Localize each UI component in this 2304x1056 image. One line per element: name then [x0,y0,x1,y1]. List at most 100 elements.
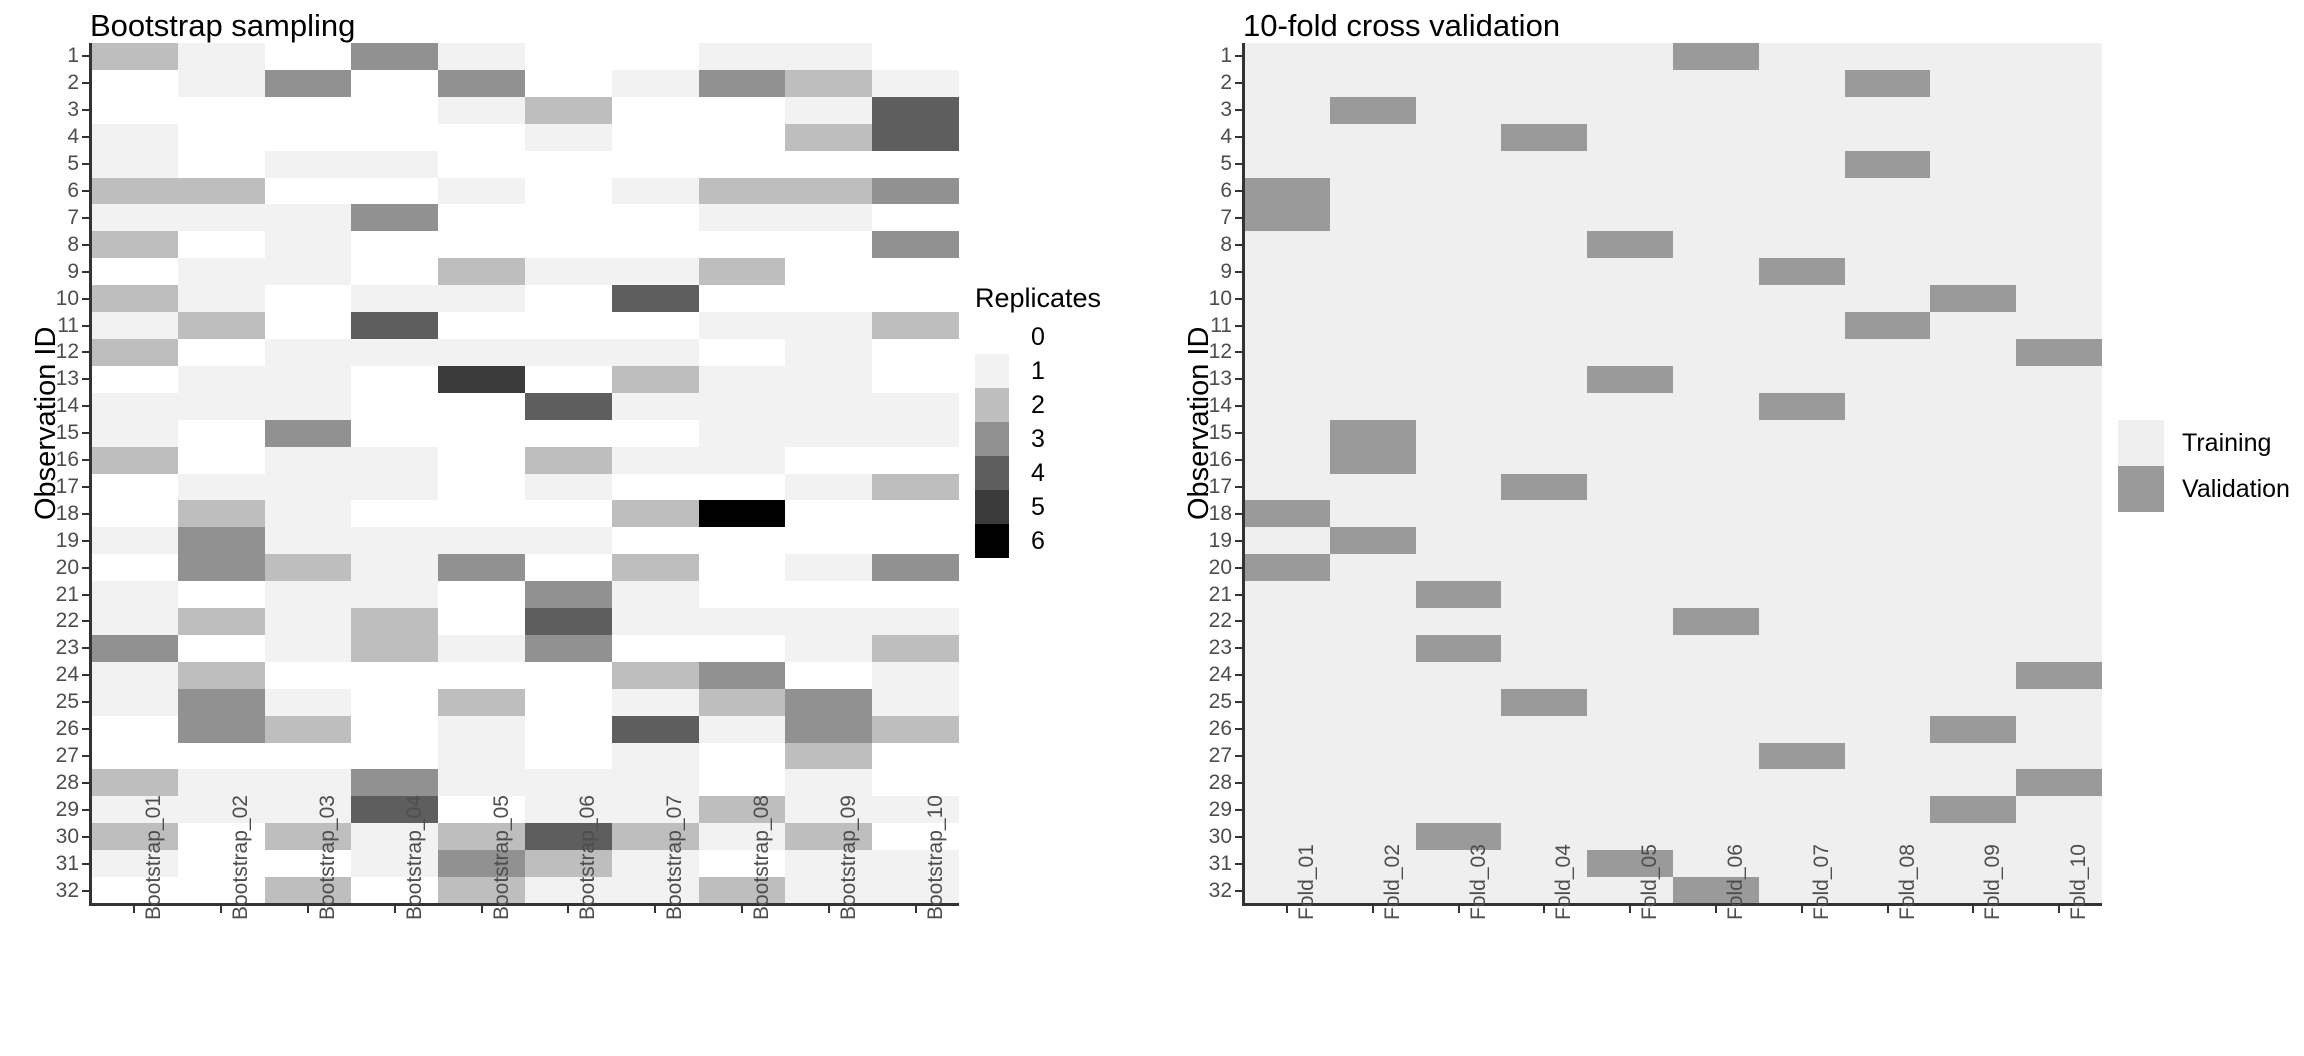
heatmap-cell [785,150,873,178]
heatmap-cell [785,312,873,339]
y-axis-tick-label: 29 [1208,797,1232,821]
heatmap-cell [1329,581,1416,609]
heatmap-cell [525,608,612,635]
y-axis-tick-label: 27 [55,744,79,768]
heatmap-cell [1758,150,1845,178]
y-axis-tick [1235,109,1242,112]
heatmap-cell [1673,796,1759,824]
cv-heatmap-grid [1244,43,2102,904]
replicates-legend-swatch [975,388,1009,422]
y-axis-tick [1235,270,1242,273]
heatmap-cell [2016,150,2102,178]
heatmap-cell [438,285,525,313]
heatmap-cell [1673,43,1759,70]
y-axis-tick [82,55,89,58]
heatmap-cell [351,258,439,286]
y-axis-tick-label: 21 [1208,582,1232,606]
heatmap-cell [611,634,699,662]
heatmap-cell [1758,742,1845,770]
y-axis-tick-label: 25 [55,690,79,714]
heatmap-cell [1673,661,1759,689]
y-axis-tick-label: 2 [1220,71,1232,95]
heatmap-cell [785,554,873,582]
heatmap-cell [1587,473,1673,501]
y-axis-tick [1235,674,1242,677]
heatmap-cell [91,581,178,609]
heatmap-cell [611,392,699,420]
heatmap-cell [351,554,439,582]
y-axis-tick-label: 1 [67,44,79,68]
heatmap-cell [1930,742,2017,770]
heatmap-cell [264,769,352,797]
heatmap-cell [177,715,265,743]
y-axis-tick [1235,163,1242,166]
heatmap-cell [611,446,699,474]
heatmap-cell [1587,715,1673,743]
heatmap-cell [785,769,873,797]
heatmap-cell [525,554,612,582]
y-axis-tick-label: 26 [1208,717,1232,741]
heatmap-cell [872,123,959,151]
heatmap-cell [264,204,352,232]
heatmap-cell [2016,204,2102,232]
heatmap-cell [177,554,265,582]
y-axis-tick [82,593,89,596]
heatmap-cell [698,527,786,555]
heatmap-cell [698,123,786,151]
y-axis-tick-label: 14 [1208,394,1232,418]
heatmap-cell [351,43,439,70]
heatmap-cell [872,608,959,635]
heatmap-cell [351,742,439,770]
x-axis-tick [1714,906,1717,913]
x-axis-tick-label: Fold_04 [1552,844,1576,920]
heatmap-cell [91,258,178,286]
heatmap-cell [525,177,612,205]
y-axis-tick [1235,378,1242,381]
heatmap-cell [177,123,265,151]
y-axis-tick-label: 7 [67,205,79,229]
heatmap-cell [438,688,525,716]
heatmap-cell [177,69,265,97]
heatmap-cell [1758,419,1845,447]
heatmap-cell [1930,661,2017,689]
x-axis-tick [307,906,309,913]
y-axis-tick [1235,432,1242,435]
heatmap-cell [872,473,959,501]
heatmap-cell [1758,285,1845,313]
heatmap-cell [1930,231,2017,259]
heatmap-cell [872,69,959,97]
heatmap-cell [1501,285,1588,313]
heatmap-cell [1930,338,2017,366]
heatmap-cell [1758,123,1845,151]
heatmap-cell [1930,43,2017,70]
heatmap-cell [1587,419,1673,447]
heatmap-cell [438,365,525,393]
heatmap-cell [785,258,873,286]
heatmap-cell [91,634,178,662]
y-axis-tick-label: 28 [1208,770,1232,794]
heatmap-cell [1758,500,1845,528]
heatmap-cell [1758,231,1845,259]
y-axis-tick-label: 2 [67,71,79,95]
y-axis-tick [82,163,89,166]
y-axis-tick [82,378,89,381]
heatmap-cell [872,769,959,797]
heatmap-cell [1501,608,1588,635]
cv-heatmap [1244,43,2102,904]
x-axis-tick [1629,906,1632,913]
heatmap-cell [91,150,178,178]
y-axis-tick-label: 30 [1208,824,1232,848]
heatmap-cell [91,204,178,232]
y-axis-tick-label: 11 [57,313,79,337]
x-axis-tick-label: Fold_01 [1294,844,1318,920]
heatmap-cell [1501,258,1588,286]
heatmap-cell [1930,688,2017,716]
bootstrap-heatmap-grid [91,43,959,904]
heatmap-cell [1587,96,1673,124]
heatmap-cell [264,123,352,151]
y-axis-tick [82,189,89,192]
heatmap-cell [872,177,959,205]
heatmap-cell [525,446,612,474]
y-axis-tick [1235,189,1242,192]
heatmap-cell [698,661,786,689]
